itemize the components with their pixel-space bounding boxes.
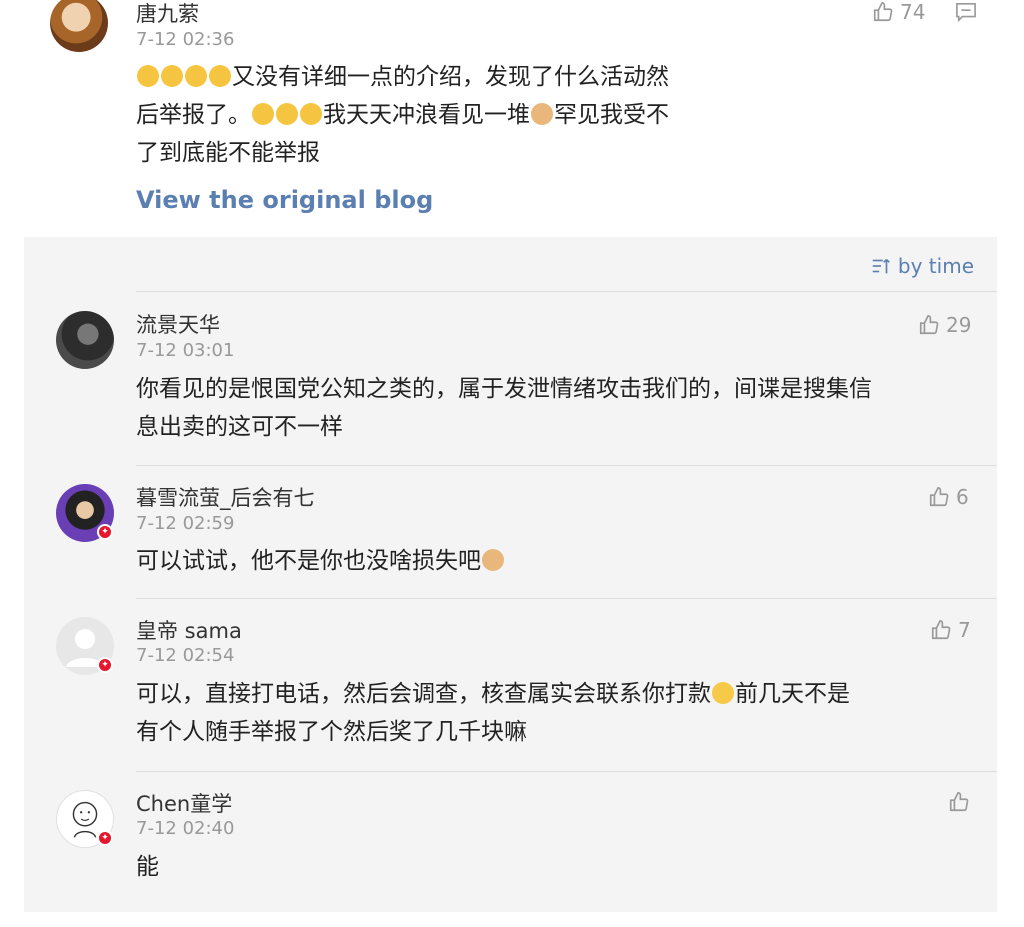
verified-badge-icon: ✦	[97, 657, 113, 673]
divider	[136, 291, 997, 292]
comment-icon[interactable]	[955, 2, 977, 23]
comment-text: 可以，直接打电话，然后会调查，核查属实会联系你打款 前几天不是 有个人随手举报了个…	[136, 675, 976, 751]
divider	[136, 771, 997, 772]
comment-text-line: 可以试试，他不是你也没啥损失吧	[136, 548, 481, 574]
avatar[interactable]	[56, 311, 114, 369]
comment-time: 7-12 03:01	[136, 340, 235, 361]
crying-emoji-icon	[252, 103, 274, 125]
divider	[136, 598, 997, 599]
divider	[136, 465, 997, 466]
thumbs-up-icon	[919, 315, 939, 335]
comment-text-line: 有个人随手举报了个然后奖了几千块嘛	[136, 719, 527, 745]
post-author[interactable]: 唐九萦	[136, 0, 199, 28]
verified-badge-icon: ✦	[97, 830, 113, 846]
comment-text-line: 前几天不是	[735, 681, 850, 707]
comment-text-line: 你看见的是恨国党公知之类的，属于发泄情绪攻击我们的，间谍是搜集信	[136, 376, 872, 402]
comment-text-line: 可以，直接打电话，然后会调查，核查属实会联系你打款	[136, 681, 711, 707]
comment-like-button[interactable]: 6	[928, 485, 969, 509]
comment-time: 7-12 02:40	[136, 818, 235, 839]
comment-like-button[interactable]: 29	[918, 313, 971, 337]
comment-author[interactable]: 流景天华	[136, 309, 220, 339]
comment-like-count: 7	[958, 618, 971, 642]
crying-emoji-icon	[185, 65, 207, 87]
post-text-line: 又没有详细一点的介绍，发现了什么活动然	[232, 64, 669, 90]
comment-time: 7-12 02:59	[136, 513, 235, 534]
comment-like-count: 29	[946, 313, 972, 337]
comment-author[interactable]: Chen童学	[136, 788, 232, 818]
crying-emoji-icon	[137, 65, 159, 87]
comment-text-line: 息出卖的这可不一样	[136, 414, 343, 440]
view-original-blog-link[interactable]: View the original blog	[136, 186, 433, 214]
sort-icon	[872, 258, 890, 274]
crying-emoji-icon	[209, 65, 231, 87]
post-text-line: 我天天冲浪看见一堆	[323, 102, 530, 128]
post-like-button[interactable]: 74	[872, 0, 925, 24]
comment-author[interactable]: 暮雪流萤_后会有七	[136, 482, 315, 512]
thumbs-up-icon	[949, 792, 969, 812]
thumbs-up-icon	[931, 620, 951, 640]
comment-text-line: 能	[136, 854, 159, 880]
post-text-line: 了到底能不能举报	[136, 140, 320, 166]
post-text: 又没有详细一点的介绍，发现了什么活动然 后举报了。 我天天冲浪看见一堆 罕见我受不 …	[136, 58, 776, 172]
crying-emoji-icon	[300, 103, 322, 125]
dog-emoji-icon	[531, 103, 553, 125]
sort-by-time-button[interactable]: by time	[870, 254, 974, 278]
sort-label: by time	[897, 254, 974, 278]
verified-badge-icon: ✦	[97, 524, 113, 540]
post-like-count: 74	[900, 0, 926, 24]
post-text-line: 后举报了。	[136, 102, 251, 128]
comment-text: 你看见的是恨国党公知之类的，属于发泄情绪攻击我们的，间谍是搜集信 息出卖的这可不…	[136, 370, 976, 446]
thumbs-up-icon	[929, 487, 949, 507]
crying-emoji-icon	[276, 103, 298, 125]
post-text-line: 罕见我受不	[554, 102, 669, 128]
comment-text: 可以试试，他不是你也没啥损失吧	[136, 542, 976, 580]
thumbs-up-icon	[873, 2, 893, 22]
comment-like-button[interactable]: 7	[930, 618, 971, 642]
comment-text: 能	[136, 848, 976, 886]
comment-time: 7-12 02:54	[136, 645, 235, 666]
avatar[interactable]	[50, 0, 108, 52]
crying-emoji-icon	[161, 65, 183, 87]
doge-emoji-icon	[482, 549, 504, 571]
laughing-emoji-icon	[712, 682, 734, 704]
post-time: 7-12 02:36	[136, 29, 235, 50]
comment-like-count: 6	[956, 485, 969, 509]
comment-author[interactable]: 皇帝 sama	[136, 615, 242, 645]
comment-like-button[interactable]	[948, 791, 976, 813]
